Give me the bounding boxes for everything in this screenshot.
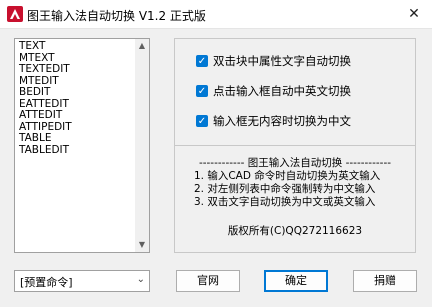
list-item[interactable]: TEXTEDIT — [19, 63, 134, 76]
list-item[interactable]: BEDIT — [19, 86, 134, 99]
donate-button[interactable]: 捐赠 — [353, 270, 417, 292]
info-line: 3. 双击文字自动切换为中文或英文输入 — [194, 196, 376, 208]
info-title: ------------ 图王输入法自动切换 ------------ — [198, 157, 392, 169]
window-title: 图王输入法自动切换 V1.2 正式版 — [27, 9, 206, 23]
option-label: 双击块中属性文字自动切换 — [213, 53, 351, 68]
option-label: 输入框无内容时切换为中文 — [213, 113, 351, 128]
list-item[interactable]: TEXT — [19, 40, 134, 53]
list-item[interactable]: TABLEDIT — [19, 144, 134, 157]
checkbox-checked-icon[interactable]: ✓ — [196, 114, 208, 127]
checkbox-checked-icon[interactable]: ✓ — [196, 54, 208, 67]
info-line: 2. 对左侧列表中命令强制转为中文输入 — [194, 183, 376, 195]
close-icon[interactable]: ✕ — [404, 4, 424, 24]
copyright-text: 版权所有(C)QQ272116623 — [227, 225, 363, 237]
title-bar: 图王输入法自动切换 V1.2 正式版 ✕ — [0, 0, 432, 29]
option-empty-chinese[interactable]: ✓ 输入框无内容时切换为中文 — [196, 113, 351, 128]
panel-divider — [174, 145, 416, 146]
autocad-a-icon — [7, 6, 23, 22]
checkbox-checked-icon[interactable]: ✓ — [196, 84, 208, 97]
preset-command-combo[interactable]: [预置命令] ⌄ — [14, 270, 150, 292]
website-button[interactable]: 官网 — [176, 270, 240, 292]
command-listbox[interactable]: TEXT MTEXT TEXTEDIT MTEDIT BEDIT EATTEDI… — [14, 38, 150, 253]
ok-button[interactable]: 确定 — [264, 270, 328, 292]
option-input-click-switch[interactable]: ✓ 点击输入框自动中英文切换 — [196, 83, 351, 98]
option-attr-text-switch[interactable]: ✓ 双击块中属性文字自动切换 — [196, 53, 351, 68]
vertical-scrollbar[interactable]: ▲ ▼ — [135, 39, 149, 252]
list-item[interactable]: TABLE — [19, 132, 134, 145]
scroll-down-icon[interactable]: ▼ — [135, 238, 149, 252]
option-label: 点击输入框自动中英文切换 — [213, 83, 351, 98]
combo-value: [预置命令] — [20, 276, 73, 289]
scroll-up-icon[interactable]: ▲ — [135, 39, 149, 53]
chevron-down-icon[interactable]: ⌄ — [137, 274, 145, 285]
info-line: 1. 输入CAD 命令时自动切换为英文输入 — [194, 170, 381, 182]
command-list: TEXT MTEXT TEXTEDIT MTEDIT BEDIT EATTEDI… — [19, 40, 134, 157]
list-item[interactable]: ATTEDIT — [19, 109, 134, 122]
